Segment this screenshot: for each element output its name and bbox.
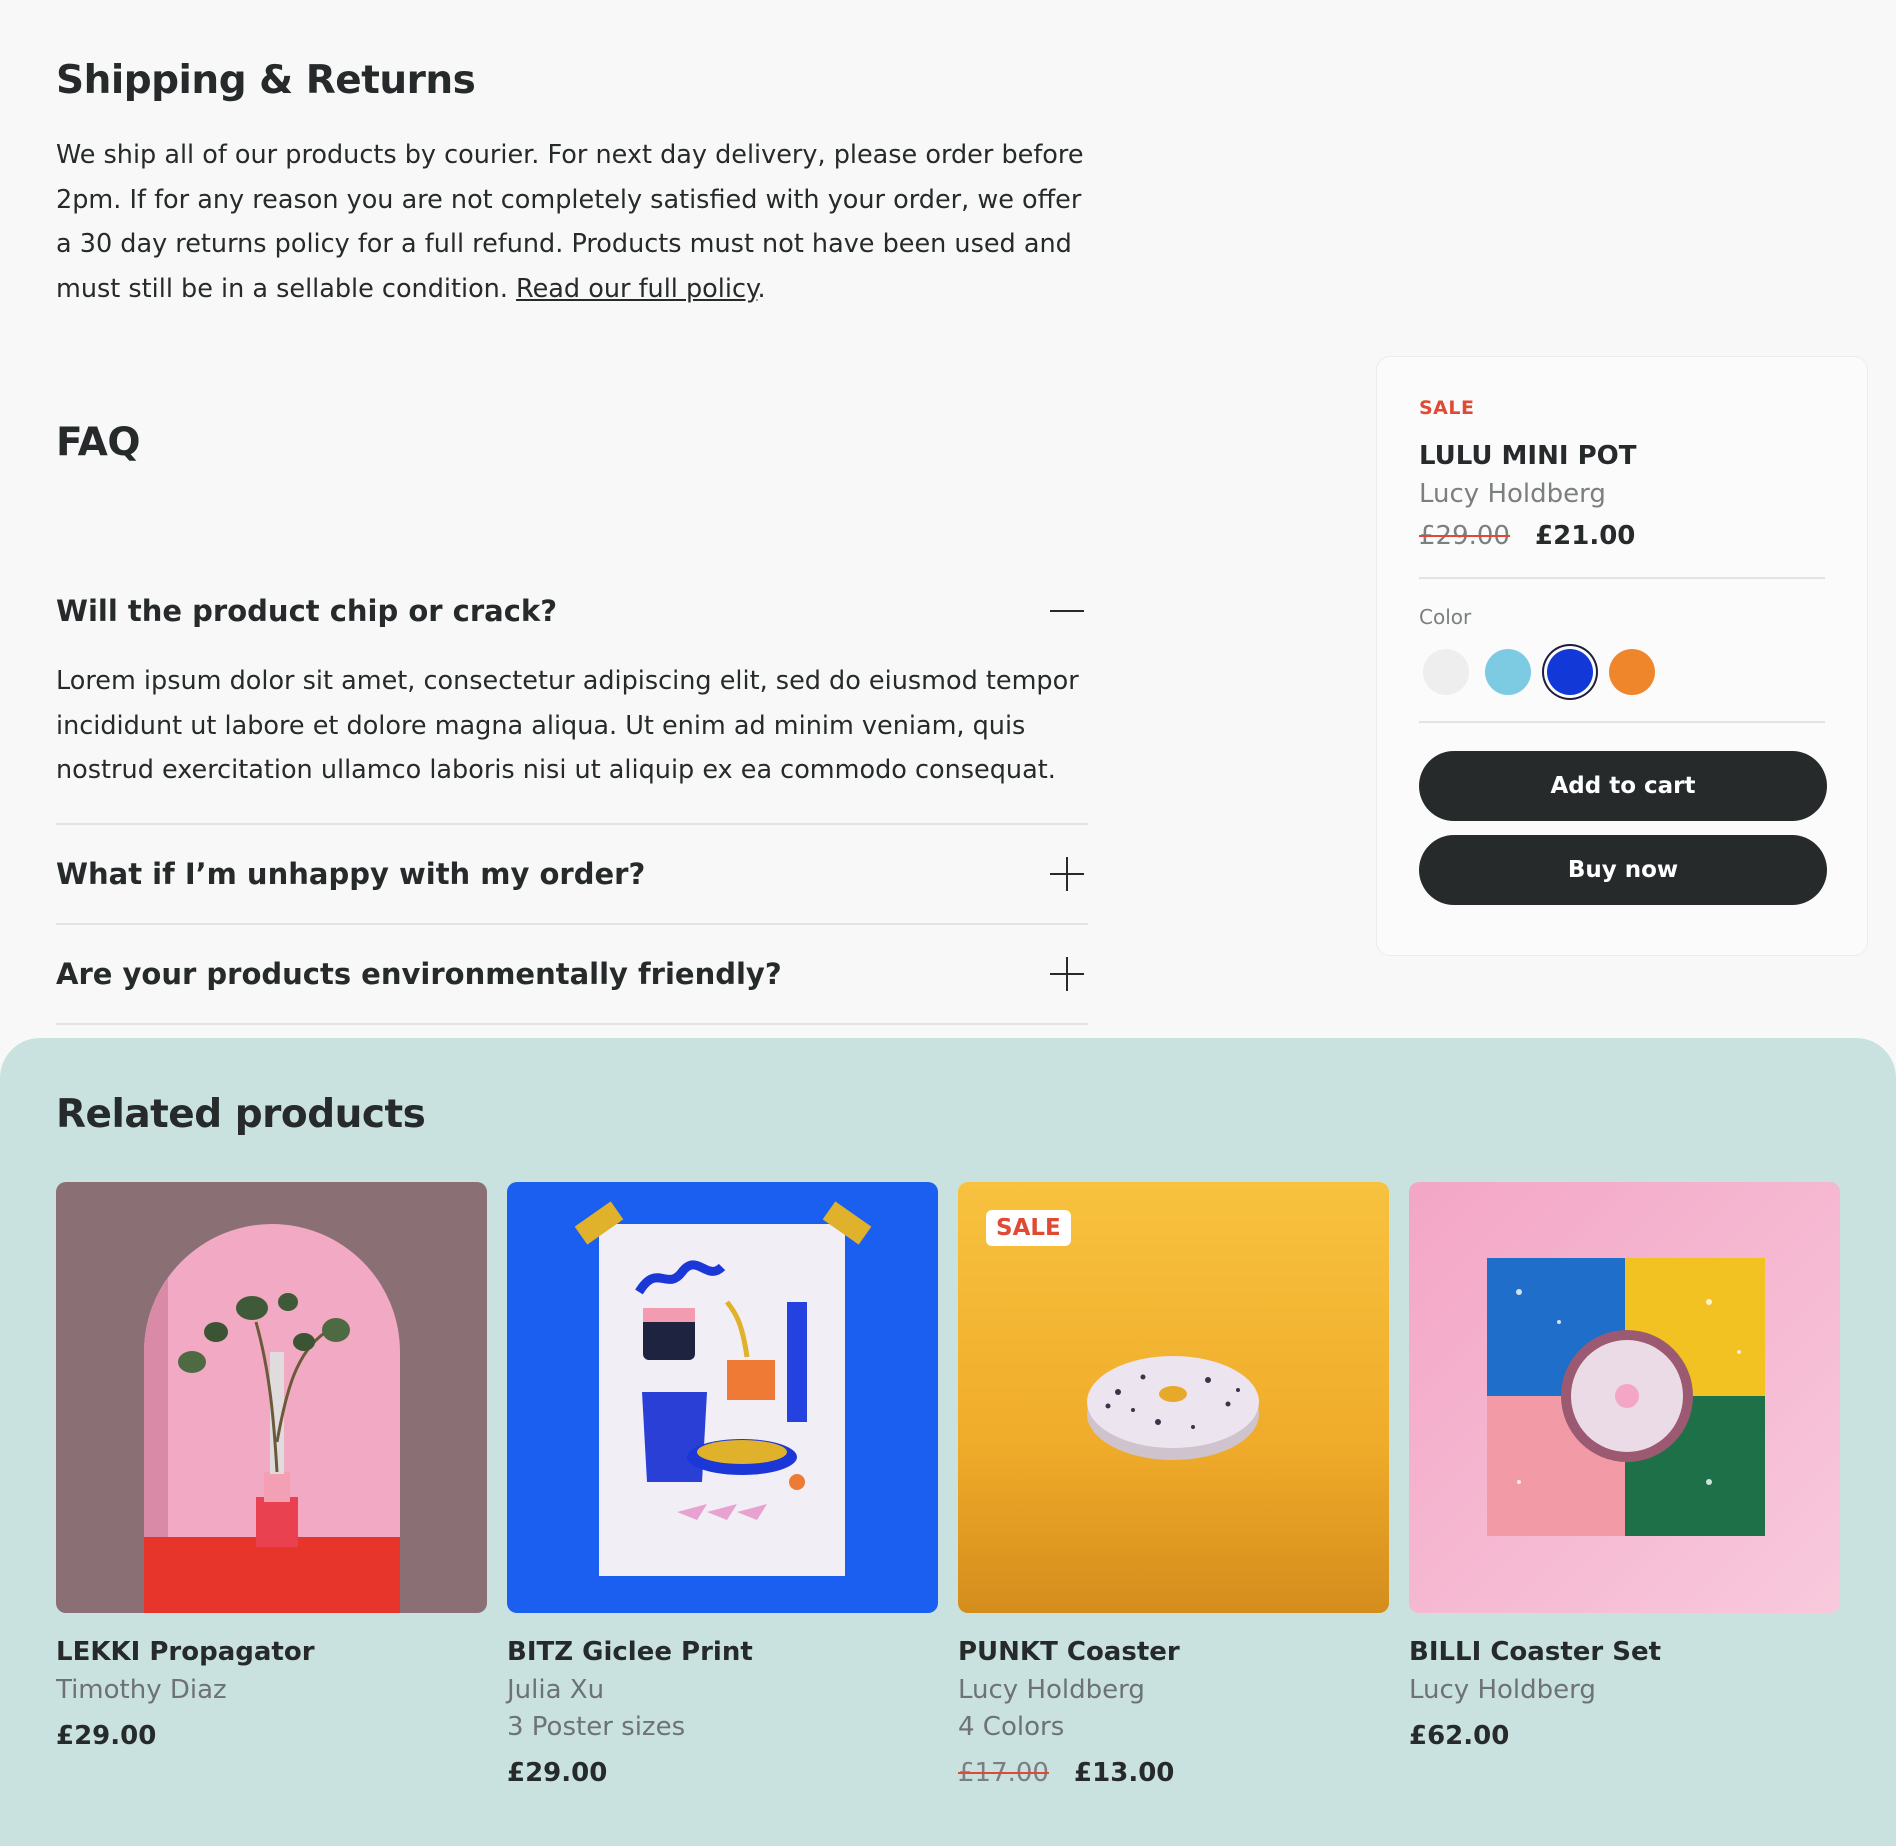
product-artist: Lucy Holdberg xyxy=(1409,1675,1596,1705)
product-price: £29.00 xyxy=(507,1758,608,1788)
product-name[interactable]: LEKKI Propagator xyxy=(56,1637,487,1667)
divider xyxy=(1419,577,1825,579)
product-price: £62.00 xyxy=(1409,1721,1510,1751)
shipping-body: We ship all of our products by courier. … xyxy=(56,133,1086,311)
plant-propagator-image[interactable] xyxy=(56,1182,487,1613)
shipping-title: Shipping & Returns xyxy=(56,58,476,103)
plus-icon[interactable] xyxy=(1050,856,1084,891)
add-to-cart-button[interactable]: Add to cart xyxy=(1419,751,1827,821)
old-price: £29.00 xyxy=(1419,521,1510,551)
product-artist: Timothy Diaz xyxy=(56,1675,227,1705)
color-swatch[interactable] xyxy=(1485,649,1531,695)
product-name[interactable]: BITZ Giclee Print xyxy=(507,1637,938,1667)
coaster-set-image[interactable] xyxy=(1409,1182,1840,1613)
color-swatches xyxy=(1419,649,1825,695)
product-grid: LEKKI Propagator Timothy Diaz £29.00 BIT… xyxy=(56,1182,1840,1788)
faq-section: FAQ Will the product chip or crack? Lore… xyxy=(56,420,1088,1025)
color-swatch[interactable] xyxy=(1547,649,1593,695)
faq-question-toggle[interactable]: What if I’m unhappy with my order? xyxy=(56,825,1088,923)
product-tile[interactable]: BILLI Coaster Set Lucy Holdberg £62.00 xyxy=(1409,1182,1840,1788)
full-policy-link[interactable]: Read our full policy xyxy=(516,274,757,304)
product-artist: Lucy Holdberg xyxy=(958,1675,1145,1705)
color-swatch[interactable] xyxy=(1423,649,1469,695)
minus-icon[interactable] xyxy=(1050,594,1084,628)
faq-question-toggle[interactable]: Will the product chip or crack? xyxy=(56,565,1088,657)
faq-question: Will the product chip or crack? xyxy=(56,594,558,628)
faq-item: Will the product chip or crack? Lorem ip… xyxy=(56,565,1088,825)
product-title: LULU MINI POT xyxy=(1419,441,1637,471)
product-prices: £17.00 £13.00 xyxy=(958,1758,1389,1788)
product-price: £29.00 xyxy=(56,1721,157,1751)
faq-question: What if I’m unhappy with my order? xyxy=(56,856,646,891)
faq-item: What if I’m unhappy with my order? xyxy=(56,825,1088,925)
color-swatch[interactable] xyxy=(1609,649,1655,695)
color-label: Color xyxy=(1419,605,1472,629)
product-prices: £29.00 £21.00 xyxy=(1419,521,1825,551)
product-name[interactable]: PUNKT Coaster xyxy=(958,1637,1389,1667)
related-title: Related products xyxy=(56,1092,426,1137)
faq-question: Are your products environmentally friend… xyxy=(56,956,782,991)
related-products-section: Related products LEKKI Propagator Timoth… xyxy=(0,1038,1896,1846)
coaster-image[interactable]: SALE xyxy=(958,1182,1389,1613)
product-variants: 3 Poster sizes xyxy=(507,1712,686,1742)
product-tile[interactable]: BITZ Giclee Print Julia Xu 3 Poster size… xyxy=(507,1182,938,1788)
product-tile[interactable]: LEKKI Propagator Timothy Diaz £29.00 xyxy=(56,1182,487,1788)
divider xyxy=(1419,721,1825,723)
product-purchase-card: SALE LULU MINI POT Lucy Holdberg £29.00 … xyxy=(1376,356,1868,956)
product-variants: 4 Colors xyxy=(958,1712,1065,1742)
product-artist: Julia Xu xyxy=(507,1675,605,1705)
product-tile[interactable]: SALE PUNKT Coaster Lucy Holdberg 4 Color… xyxy=(958,1182,1389,1788)
old-price: £17.00 xyxy=(958,1758,1049,1788)
current-price: £13.00 xyxy=(1074,1758,1175,1788)
product-name[interactable]: BILLI Coaster Set xyxy=(1409,1637,1840,1667)
buy-now-button[interactable]: Buy now xyxy=(1419,835,1827,905)
current-price: £21.00 xyxy=(1535,521,1636,551)
shipping-section: Shipping & Returns We ship all of our pr… xyxy=(56,58,1086,311)
faq-question-toggle[interactable]: Are your products environmentally friend… xyxy=(56,925,1088,1023)
faq-title: FAQ xyxy=(56,420,141,465)
product-artist: Lucy Holdberg xyxy=(1419,479,1606,509)
faq-item: Are your products environmentally friend… xyxy=(56,925,1088,1025)
plus-icon[interactable] xyxy=(1050,956,1084,991)
poster-print-image[interactable] xyxy=(507,1182,938,1613)
shipping-period: . xyxy=(757,273,766,304)
sale-badge: SALE xyxy=(986,1210,1071,1246)
faq-answer: Lorem ipsum dolor sit amet, consectetur … xyxy=(56,666,1079,785)
sale-label: SALE xyxy=(1419,397,1475,419)
